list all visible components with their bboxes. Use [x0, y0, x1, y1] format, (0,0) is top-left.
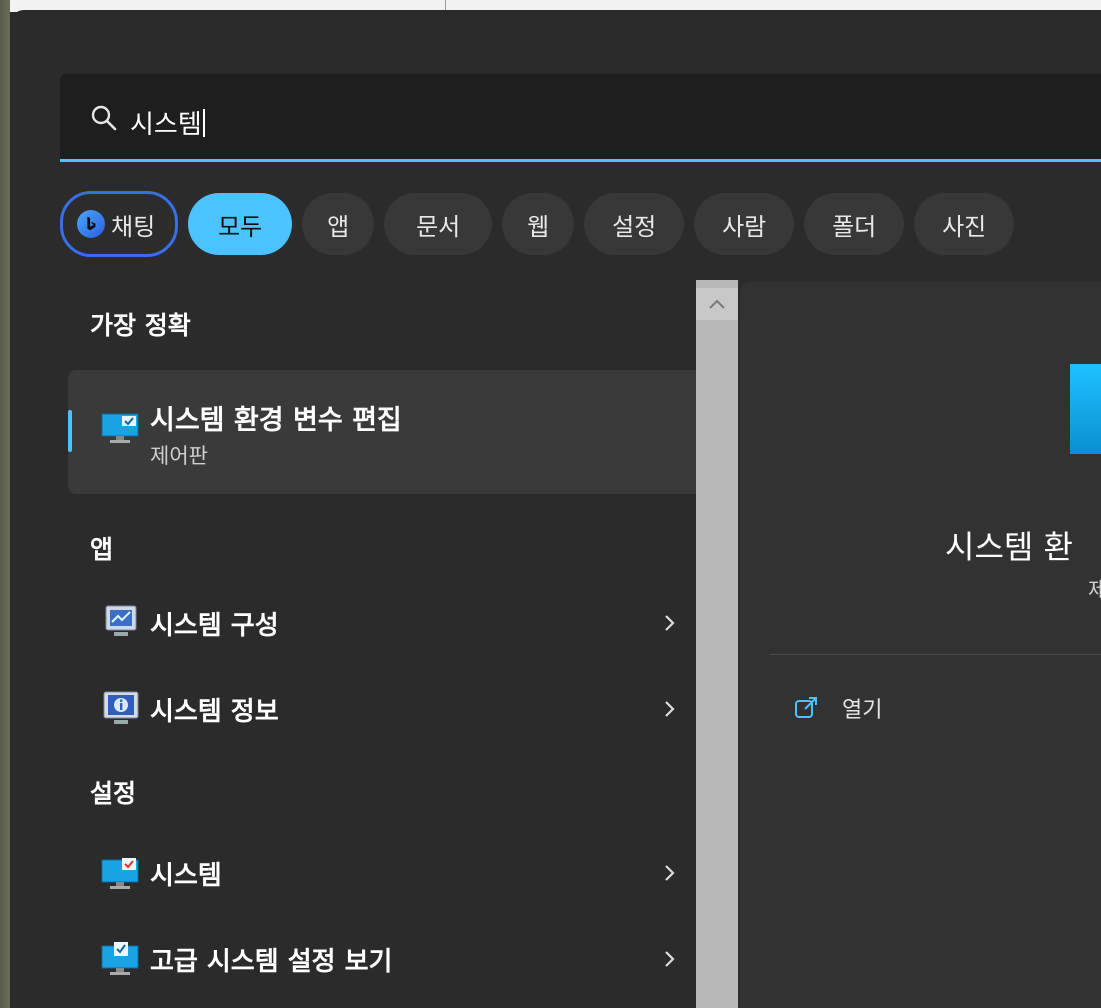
- app-item-label: 시스템 구성: [150, 610, 279, 641]
- chip-documents-label: 문서: [416, 212, 461, 241]
- system-information-icon: [103, 691, 139, 724]
- chip-people[interactable]: 사람: [694, 193, 795, 255]
- chip-web-label: 웹: [527, 212, 550, 241]
- chip-settings-label: 설정: [612, 212, 657, 241]
- chip-photos-label: 사진: [942, 212, 987, 241]
- app-item-system-configuration[interactable]: 시스템 구성: [68, 588, 708, 658]
- filter-chips: 채팅 모두 앱 문서 웹 설정 사람 폴더 사진: [60, 188, 1015, 260]
- settings-item-system[interactable]: 시스템: [68, 838, 708, 908]
- best-match-item[interactable]: 시스템 환경 변수 편집 제어판: [68, 370, 708, 494]
- best-match-subtitle: 제어판: [150, 444, 208, 468]
- app-item-label: 시스템 정보: [150, 696, 279, 727]
- chip-settings[interactable]: 설정: [584, 193, 685, 255]
- preview-title: 시스템 환: [945, 528, 1073, 566]
- results-list: 가장 정확 시스템 환경 변수 편집 제어판 앱 시스템 구성 시스템 정보 설…: [60, 280, 710, 1008]
- chevron-right-icon[interactable]: [660, 949, 680, 969]
- chevron-right-icon[interactable]: [660, 699, 680, 719]
- chevron-right-icon[interactable]: [660, 613, 680, 633]
- chevron-up-icon: [709, 299, 725, 309]
- app-item-system-information[interactable]: 시스템 정보: [68, 674, 708, 744]
- search-box[interactable]: 시스템: [60, 74, 1101, 162]
- chip-people-label: 사람: [722, 212, 767, 241]
- chip-photos[interactable]: 사진: [914, 193, 1015, 255]
- best-match-heading: 가장 정확: [90, 311, 191, 340]
- chip-folders[interactable]: 폴더: [804, 193, 905, 255]
- search-query-text: 시스템: [130, 110, 202, 140]
- chip-chat-label: 채팅: [111, 212, 156, 241]
- open-action[interactable]: 열기: [792, 692, 882, 724]
- search-input[interactable]: 시스템: [130, 104, 205, 141]
- chip-folders-label: 폴더: [832, 212, 877, 241]
- preview-app-icon: [1070, 364, 1101, 454]
- advanced-system-settings-icon: [101, 942, 139, 975]
- scroll-up-button[interactable]: [696, 288, 738, 320]
- settings-item-label: 시스템: [150, 860, 222, 891]
- selection-indicator: [68, 410, 72, 452]
- search-icon: [91, 105, 117, 131]
- settings-item-advanced-system-settings[interactable]: 고급 시스템 설정 보기: [68, 924, 708, 994]
- preview-divider: [770, 654, 1101, 655]
- bing-chat-icon: [77, 210, 105, 238]
- chip-documents[interactable]: 문서: [384, 193, 493, 255]
- best-match-title: 시스템 환경 변수 편집: [150, 405, 402, 436]
- chevron-right-icon[interactable]: [660, 863, 680, 883]
- chip-apps-label: 앱: [327, 212, 350, 241]
- settings-item-label: 고급 시스템 설정 보기: [150, 946, 393, 977]
- system-properties-icon: [101, 413, 139, 443]
- preview-pane: 시스템 환 제 열기: [740, 282, 1101, 1008]
- preview-subtitle: 제: [1088, 578, 1101, 602]
- text-caret: [202, 109, 205, 137]
- chip-apps[interactable]: 앱: [302, 193, 375, 255]
- system-settings-icon: [101, 858, 139, 889]
- system-configuration-icon: [105, 605, 137, 636]
- start-search-panel: 시스템 채팅 모두 앱 문서 웹 설정 사람 폴더 사진 가장 정확 시스템 환…: [10, 10, 1101, 1008]
- chip-web[interactable]: 웹: [502, 193, 575, 255]
- open-action-label: 열기: [842, 698, 883, 723]
- results-scrollbar[interactable]: [696, 280, 738, 1008]
- apps-heading: 앱: [90, 535, 114, 564]
- chip-all[interactable]: 모두: [188, 193, 293, 255]
- chip-chat[interactable]: 채팅: [60, 191, 179, 257]
- search-focus-underline: [60, 159, 1101, 162]
- settings-heading: 설정: [90, 779, 137, 808]
- chip-all-label: 모두: [218, 212, 263, 241]
- open-external-icon: [795, 697, 817, 718]
